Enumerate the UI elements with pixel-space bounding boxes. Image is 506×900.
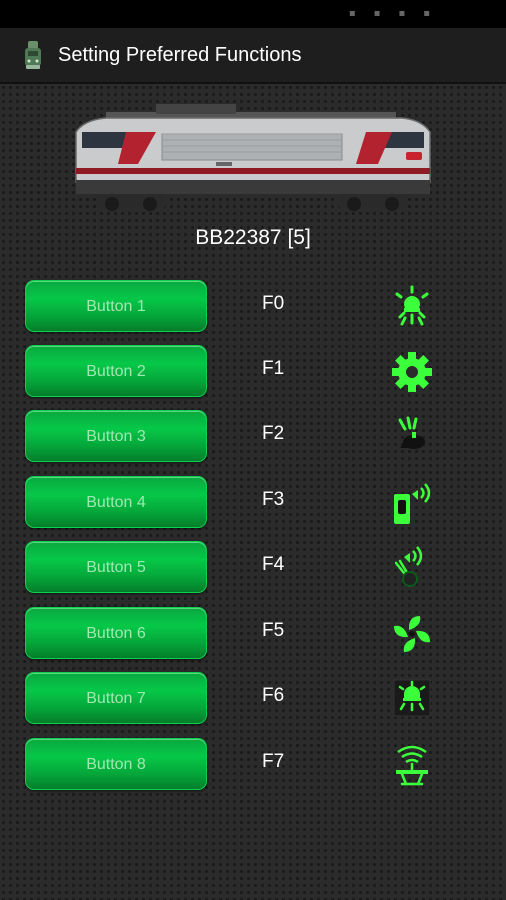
cab-light-icon[interactable]	[388, 676, 436, 722]
sound-phone-icon[interactable]	[388, 480, 436, 526]
function-row: Button 6 F5	[0, 607, 506, 661]
function-row: Button 8 F7	[0, 738, 506, 792]
locomotive-app-icon	[25, 41, 41, 69]
function-label: F3	[262, 489, 285, 510]
function-label: F2	[262, 423, 285, 444]
fan-icon[interactable]	[388, 611, 436, 657]
function-row: Button 5 F4	[0, 541, 506, 595]
page-title: Setting Preferred Functions	[58, 44, 302, 66]
function-row: Button 1 F0	[0, 280, 506, 334]
function-label: F4	[262, 554, 285, 575]
function-label: F7	[262, 751, 285, 772]
status-icons: ▪▪▪▪	[348, 8, 448, 19]
assign-button-4[interactable]: Button 4	[25, 476, 207, 528]
electric-locomotive-photo	[75, 104, 431, 211]
assign-button-1[interactable]: Button 1	[25, 280, 207, 332]
assign-button-5[interactable]: Button 5	[25, 541, 207, 593]
app-bar: Setting Preferred Functions	[0, 28, 506, 84]
function-label: F6	[262, 685, 285, 706]
assign-button-2[interactable]: Button 2	[25, 345, 207, 397]
function-label: F5	[262, 620, 285, 641]
function-label: F1	[262, 358, 285, 379]
function-row: Button 7 F6	[0, 672, 506, 726]
headlight-icon[interactable]	[388, 284, 436, 330]
assign-button-8[interactable]: Button 8	[25, 738, 207, 790]
assign-button-3[interactable]: Button 3	[25, 410, 207, 462]
pantograph-icon[interactable]	[388, 742, 436, 788]
function-settings-panel: BB22387 [5] Button 1 F0 Button 2 F1 Butt…	[0, 84, 506, 900]
function-row: Button 3 F2	[0, 410, 506, 464]
gear-icon[interactable]	[388, 349, 436, 395]
function-label: F0	[262, 293, 285, 314]
assign-button-7[interactable]: Button 7	[25, 672, 207, 724]
status-bar: ▪▪▪▪	[0, 0, 506, 28]
horn-icon[interactable]	[388, 414, 436, 460]
locomotive-name: BB22387 [5]	[195, 226, 311, 249]
function-row: Button 2 F1	[0, 345, 506, 399]
sound-brake-icon[interactable]	[388, 545, 436, 591]
function-row: Button 4 F3	[0, 476, 506, 530]
assign-button-6[interactable]: Button 6	[25, 607, 207, 659]
